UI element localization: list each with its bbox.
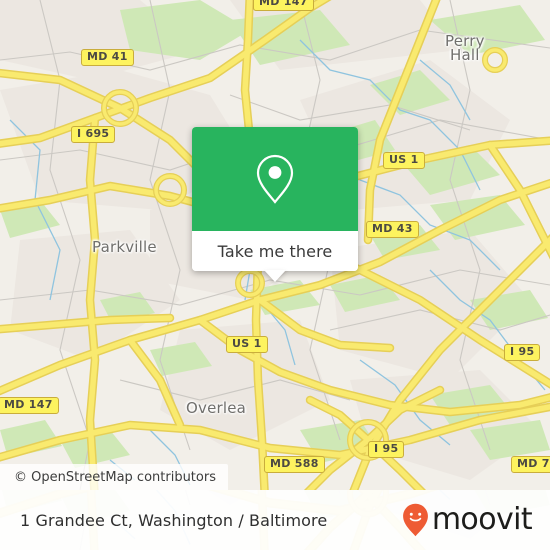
attribution-text: © OpenStreetMap contributors (14, 469, 216, 485)
map-viewport[interactable]: Parkville Overlea Perry Hall MD 147 MD 4… (0, 0, 550, 490)
card-pointer-tail (264, 270, 286, 282)
route-shield-us-1-south[interactable]: US 1 (226, 336, 268, 353)
card-image-area (192, 127, 358, 231)
route-shield-i-95-south[interactable]: I 95 (368, 441, 405, 458)
route-shield-us-1-north[interactable]: US 1 (383, 152, 425, 169)
map-attribution[interactable]: © OpenStreetMap contributors (0, 464, 228, 490)
route-shield-md-7[interactable]: MD 7 (511, 456, 550, 473)
card-action-bar[interactable]: Take me there (192, 231, 358, 282)
take-me-there-card[interactable]: Take me there (192, 127, 358, 282)
take-me-there-label: Take me there (217, 241, 333, 261)
route-shield-md-147-north[interactable]: MD 147 (253, 0, 314, 11)
footer-bar: 1 Grandee Ct, Washington / Baltimore moo… (0, 490, 550, 550)
route-shield-md-588[interactable]: MD 588 (264, 456, 325, 473)
map-pin-icon (256, 154, 294, 204)
route-shield-i-695[interactable]: I 695 (71, 126, 116, 143)
route-shield-md-43[interactable]: MD 43 (366, 221, 419, 238)
route-shield-i-95-east[interactable]: I 95 (504, 344, 541, 361)
moovit-logo[interactable]: moovit (402, 502, 533, 537)
address-text: 1 Grandee Ct, Washington / Baltimore (20, 510, 328, 530)
moovit-smiley-pin-icon (402, 503, 428, 537)
moovit-map-screen: Parkville Overlea Perry Hall MD 147 MD 4… (0, 0, 550, 550)
route-shield-md-147-west[interactable]: MD 147 (0, 397, 59, 414)
route-shield-md-41[interactable]: MD 41 (81, 49, 134, 66)
moovit-wordmark: moovit (431, 502, 533, 537)
